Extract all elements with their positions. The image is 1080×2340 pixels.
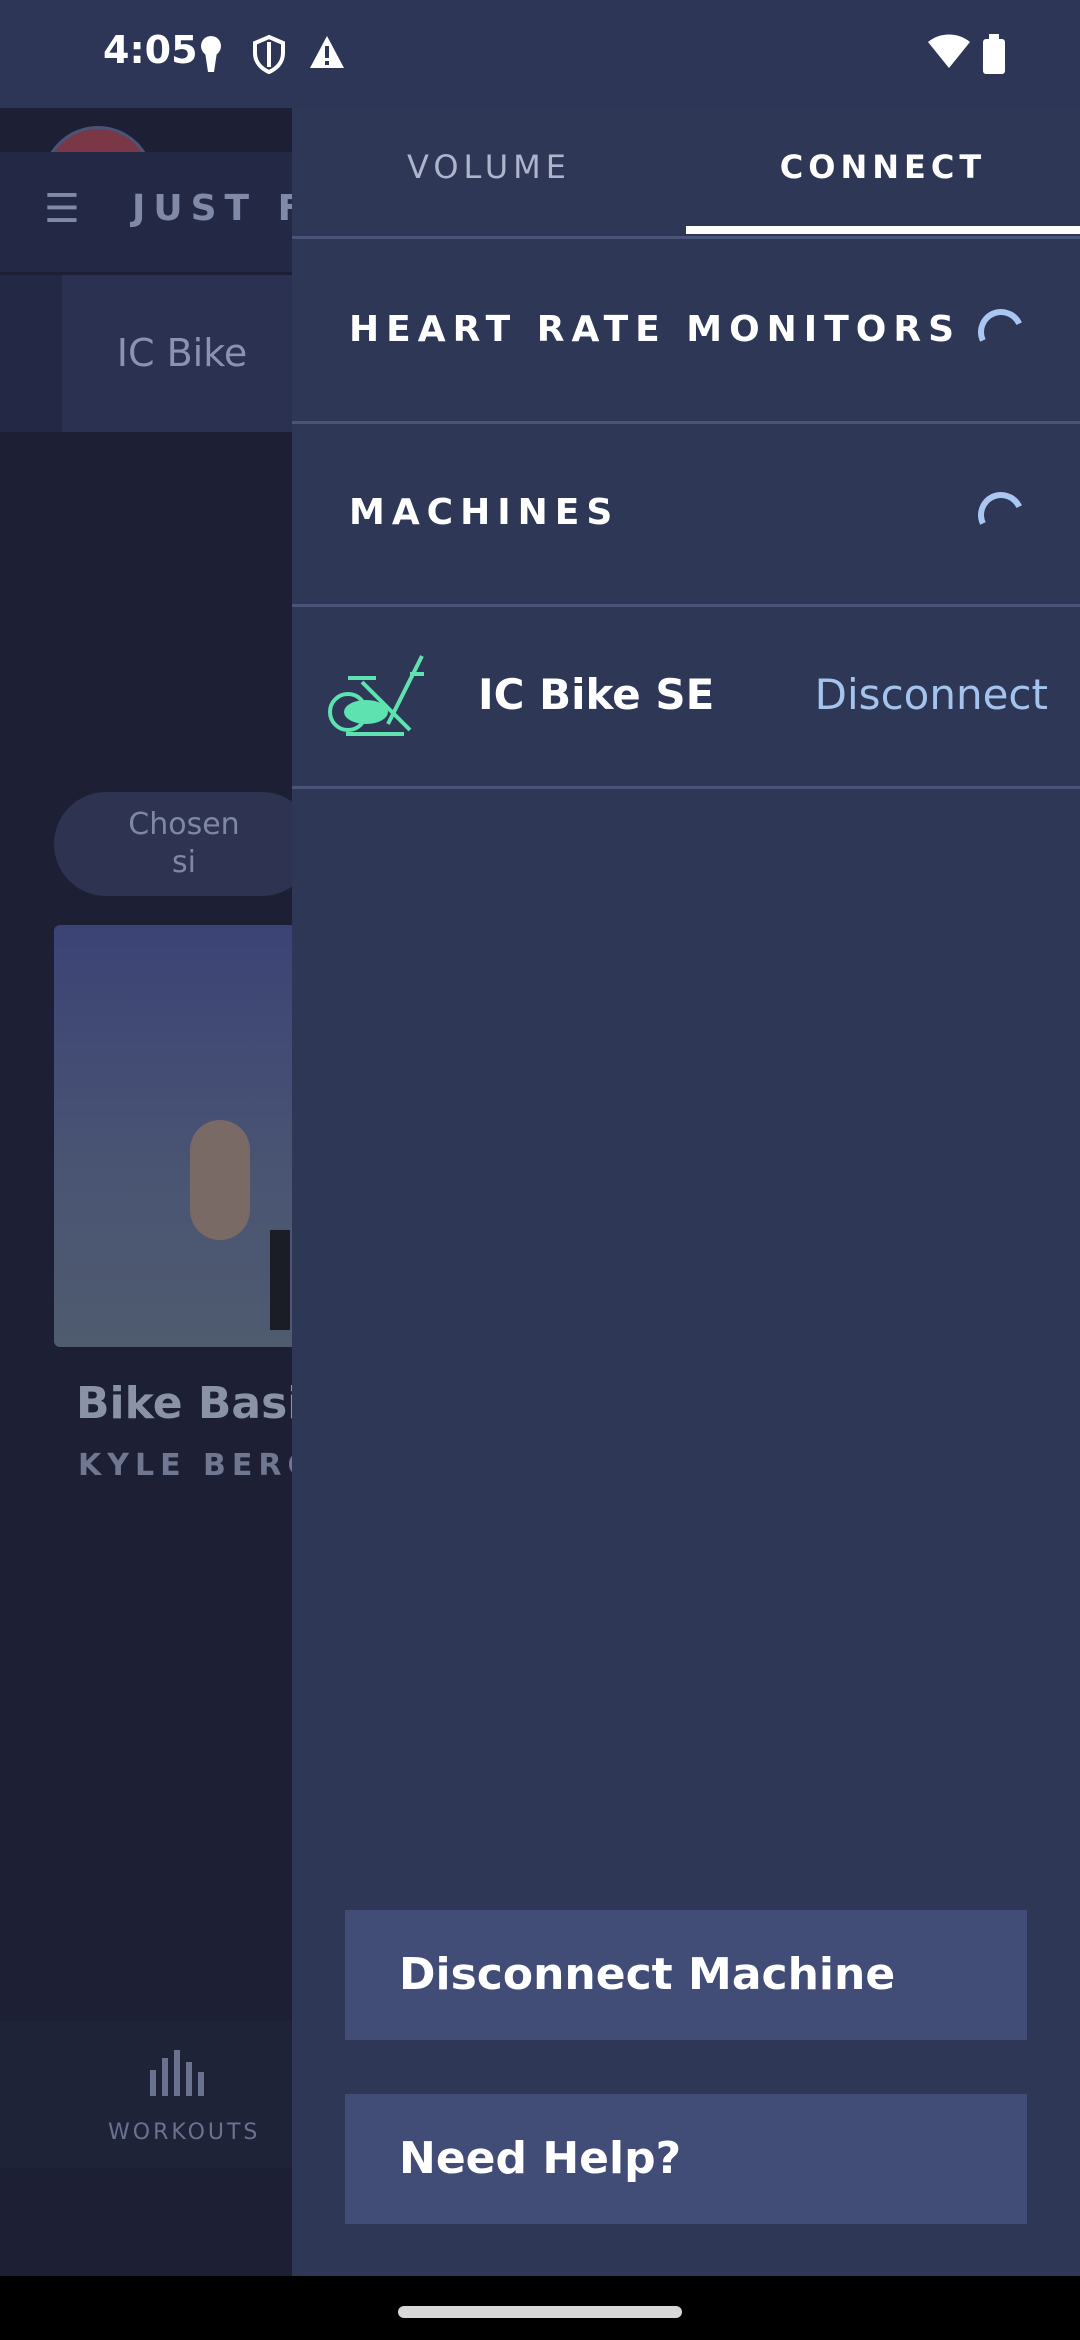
heart-rate-section: HEART RATE MONITORS <box>292 239 1080 424</box>
system-nav-bar <box>0 2276 1080 2340</box>
background-tab-left <box>0 275 62 432</box>
chosen-pill-line-1: Chosen <box>128 807 240 842</box>
heart-rate-title: HEART RATE MONITORS <box>349 309 962 350</box>
instructor-figure-leg <box>270 1230 290 1330</box>
need-help-button[interactable]: Need Help? <box>345 2094 1027 2224</box>
wifi-icon <box>928 34 970 68</box>
machine-row: IC Bike SE Disconnect <box>292 604 1080 789</box>
machine-name: IC Bike SE <box>478 670 715 719</box>
disconnect-machine-button[interactable]: Disconnect Machine <box>345 1910 1027 2040</box>
connect-drawer: VOLUME CONNECT HEART RATE MONITORS MACHI… <box>292 108 1080 2276</box>
tab-volume[interactable]: VOLUME <box>292 148 686 186</box>
disconnect-link[interactable]: Disconnect <box>815 670 1048 719</box>
machines-section: MACHINES <box>292 422 1080 607</box>
background-tab-ic-bike[interactable]: IC Bike <box>62 275 302 432</box>
battery-icon <box>983 34 1005 74</box>
menu-icon[interactable]: ☰ <box>44 186 80 232</box>
status-time: 4:05 <box>103 28 198 72</box>
shield-icon <box>253 34 285 74</box>
chosen-filter-pill[interactable]: Chosen si <box>54 792 314 896</box>
nav-workouts-label[interactable]: WORKOUTS <box>108 2120 260 2145</box>
workout-instructor: KYLE BERG <box>78 1448 319 1483</box>
home-gesture-handle[interactable] <box>398 2306 682 2318</box>
workouts-icon[interactable] <box>148 2048 208 2098</box>
machines-title: MACHINES <box>349 492 620 533</box>
keyhole-icon <box>201 36 221 72</box>
drawer-tabbar: VOLUME CONNECT <box>292 108 1080 239</box>
status-bar: 4:05 <box>0 0 1080 108</box>
chosen-pill-line-2: si <box>172 845 196 880</box>
workout-title[interactable]: Bike Basic <box>76 1378 328 1429</box>
loading-spinner-icon <box>971 302 1031 362</box>
loading-spinner-icon <box>971 485 1031 545</box>
warning-icon <box>310 36 344 68</box>
tab-indicator <box>686 226 1080 234</box>
bottom-nav <box>0 2022 292 2168</box>
background-page-title: JUST F <box>132 188 311 229</box>
tab-connect[interactable]: CONNECT <box>686 148 1080 186</box>
bike-icon <box>328 655 424 736</box>
instructor-figure <box>190 1120 250 1240</box>
